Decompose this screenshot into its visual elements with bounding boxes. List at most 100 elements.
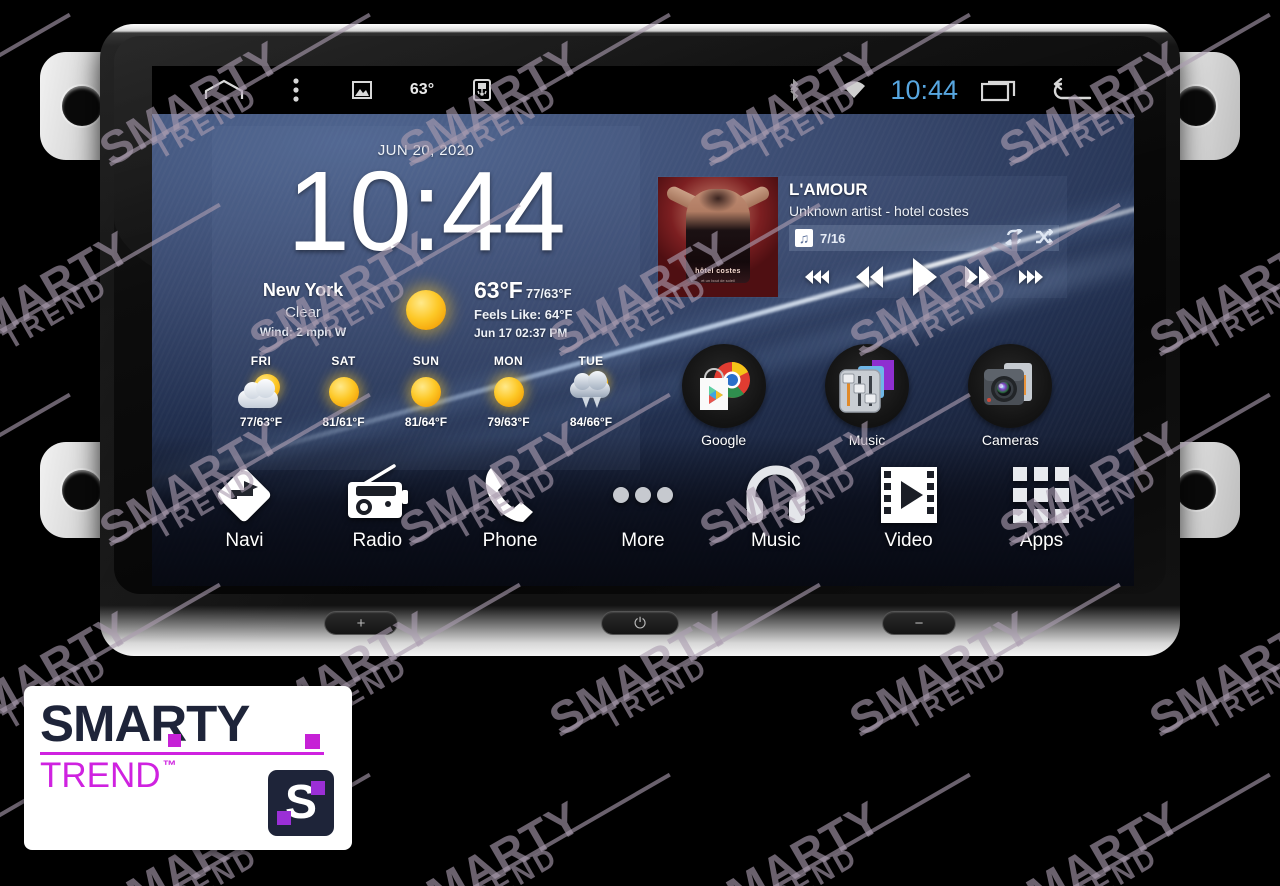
- apps-grid-icon: [982, 458, 1100, 532]
- play-button[interactable]: [909, 258, 939, 296]
- device-chassis: 63° 10:44 JUN 20, 2020 10:44 New York Cl…: [100, 24, 1180, 656]
- album-art[interactable]: hôtel costes et un bout de soleil: [658, 177, 778, 297]
- bluetooth-icon: [764, 66, 824, 114]
- music-player-widget[interactable]: hôtel costes et un bout de soleil L'AMOU…: [657, 176, 1067, 298]
- dock-item-label: Music: [750, 530, 801, 551]
- forecast-temp: 81/61°F: [322, 415, 365, 429]
- weather-current-temp: 63°F: [474, 277, 523, 303]
- car-head-unit: 63° 10:44 JUN 20, 2020 10:44 New York Cl…: [40, 24, 1240, 656]
- shortcut-cameras[interactable]: Cameras: [950, 344, 1070, 460]
- touchscreen-display[interactable]: 63° 10:44 JUN 20, 2020 10:44 New York Cl…: [152, 66, 1134, 586]
- track-artist: Unknown artist - hotel costes: [789, 203, 969, 219]
- shortcut-google[interactable]: Google: [664, 344, 784, 460]
- dock-item-label: Phone: [482, 530, 538, 551]
- recent-apps-icon[interactable]: [964, 66, 1036, 114]
- watermark-text: SMARTYTREND: [390, 740, 684, 886]
- volume-up-button[interactable]: +: [324, 611, 398, 635]
- rewind-fast-button[interactable]: [805, 270, 830, 284]
- previous-button[interactable]: [854, 266, 884, 288]
- next-button[interactable]: [964, 266, 994, 288]
- android-status-bar: 63° 10:44: [152, 66, 1134, 114]
- media-transport-controls: [789, 258, 1059, 296]
- weather-updated: Jun 17 02:37 PM: [474, 326, 568, 340]
- image-icon: [332, 66, 392, 114]
- track-title: L'AMOUR: [789, 180, 868, 199]
- logo-mark-square: [277, 811, 291, 825]
- logo-primary-text: SMARTY: [40, 695, 250, 752]
- hardware-button-bar: + ⏻ −: [114, 600, 1166, 646]
- dock-item-label: Radio: [352, 530, 403, 551]
- dock-item-navi[interactable]: Navi: [185, 458, 303, 552]
- track-info-bar: ♫ 7/16: [789, 225, 1059, 251]
- status-bar-clock: 10:44: [890, 74, 958, 105]
- logo-trademark: ™: [162, 757, 177, 773]
- film-play-icon: [850, 458, 968, 532]
- shortcut-label: Google: [701, 432, 747, 448]
- bracket-hole: [1176, 86, 1216, 126]
- camera-icon: [968, 344, 1053, 428]
- navigation-icon: [185, 458, 303, 532]
- shuffle-icon[interactable]: [1035, 227, 1054, 248]
- clock-weather-widget[interactable]: JUN 20, 2020 10:44 New York Clear Wind: …: [212, 126, 640, 470]
- logo-accent-dot: [168, 734, 181, 747]
- usb-icon: [452, 66, 512, 114]
- forecast-day: SUN 81/64°F: [387, 354, 465, 429]
- forecast-temp: 77/63°F: [239, 415, 283, 429]
- widget-clock: 10:44: [287, 148, 566, 274]
- forecast-day-label: SUN: [412, 354, 440, 368]
- watermark-text: SMARTYTREND: [990, 740, 1280, 886]
- volume-down-button[interactable]: −: [882, 611, 956, 635]
- overflow-menu-icon[interactable]: [260, 66, 332, 114]
- dock-item-label: Apps: [1019, 530, 1064, 551]
- dock-item-music[interactable]: Music: [717, 458, 835, 552]
- storm-icon: [552, 371, 630, 413]
- music-note-icon: ♫: [795, 229, 813, 247]
- back-icon[interactable]: [1036, 66, 1108, 114]
- forecast-day-label: SAT: [331, 354, 356, 368]
- repeat-icon[interactable]: [1005, 226, 1023, 248]
- sun-icon: [470, 371, 548, 413]
- dock-item-apps[interactable]: Apps: [982, 458, 1100, 552]
- sun-icon: [387, 371, 465, 413]
- app-shortcuts-row: Google Music Cameras: [652, 344, 1082, 460]
- home-screen-wallpaper[interactable]: JUN 20, 2020 10:44 New York Clear Wind: …: [152, 114, 1134, 586]
- logo-accent-dot: [305, 734, 320, 749]
- app-dock: Navi Radio Phone More Music Video Apps: [152, 458, 1134, 578]
- dock-item-label: More: [621, 530, 665, 551]
- dock-item-phone[interactable]: Phone: [451, 458, 569, 552]
- shortcut-label: Music: [848, 432, 886, 448]
- forecast-day: MON 79/63°F: [470, 354, 548, 429]
- home-icon[interactable]: [188, 66, 260, 114]
- sun-icon: [305, 371, 383, 413]
- dock-item-more[interactable]: More: [584, 458, 702, 552]
- logo-secondary-text: TREND: [40, 756, 161, 795]
- bracket-hole: [1176, 470, 1216, 510]
- more-dots-icon: [584, 458, 702, 532]
- weather-city: New York: [262, 280, 344, 300]
- dock-item-video[interactable]: Video: [850, 458, 968, 552]
- forward-fast-button[interactable]: [1018, 270, 1043, 284]
- bracket-hole: [62, 470, 102, 510]
- headphones-icon: [717, 458, 835, 532]
- watermark-text: SMARTYTREND: [690, 740, 984, 886]
- sun-icon: [406, 289, 446, 330]
- shortcut-music[interactable]: Music: [807, 344, 927, 460]
- album-art-caption: hôtel costes: [695, 268, 741, 275]
- weather-condition: Clear: [285, 304, 321, 321]
- forecast-day: FRI 77/63°F: [222, 354, 300, 429]
- music-mixer-icon: [824, 344, 909, 428]
- sun-cloud-icon: [222, 371, 300, 413]
- smarty-trend-logo: SMARTY TREND ™ S: [24, 686, 352, 850]
- weather-feels-like: Feels Like: 64°F: [474, 307, 573, 322]
- dock-item-radio[interactable]: Radio: [318, 458, 436, 552]
- dock-item-label: Video: [884, 530, 933, 551]
- dock-item-label: Navi: [225, 530, 264, 551]
- shortcut-label: Cameras: [981, 432, 1039, 448]
- wifi-icon: [824, 66, 884, 114]
- power-button[interactable]: ⏻: [601, 611, 679, 635]
- forecast-day-label: TUE: [578, 354, 604, 368]
- weather-high-low: 77/63°F: [525, 286, 572, 301]
- forecast-day-label: MON: [493, 354, 524, 368]
- weather-forecast-row: FRI 77/63°F SAT 81/61°F SUN 81/64°F MON …: [212, 340, 640, 429]
- phone-icon: [451, 458, 569, 532]
